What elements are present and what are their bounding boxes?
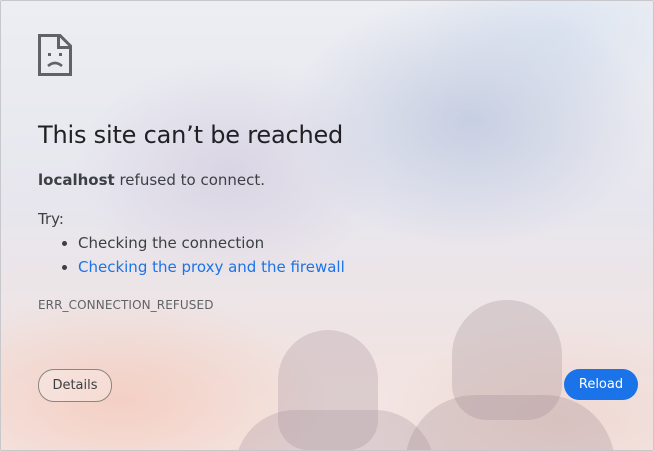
page-title: This site can’t be reached <box>38 121 344 149</box>
list-item: Checking the proxy and the firewall <box>62 258 345 282</box>
error-summary: localhost refused to connect. <box>38 171 265 189</box>
sad-page-icon <box>38 34 72 76</box>
list-item: Checking the connection <box>62 234 345 258</box>
error-host: localhost <box>38 171 115 189</box>
error-message: refused to connect. <box>119 171 266 189</box>
error-code: ERR_CONNECTION_REFUSED <box>38 298 214 312</box>
reload-button[interactable]: Reload <box>564 369 638 400</box>
suggestion-check-connection: Checking the connection <box>78 234 265 252</box>
suggestion-proxy-firewall-link[interactable]: Checking the proxy and the firewall <box>78 258 345 276</box>
suggestion-list: Checking the connection Checking the pro… <box>38 234 345 282</box>
details-button[interactable]: Details <box>38 369 112 402</box>
try-label: Try: <box>38 210 64 228</box>
